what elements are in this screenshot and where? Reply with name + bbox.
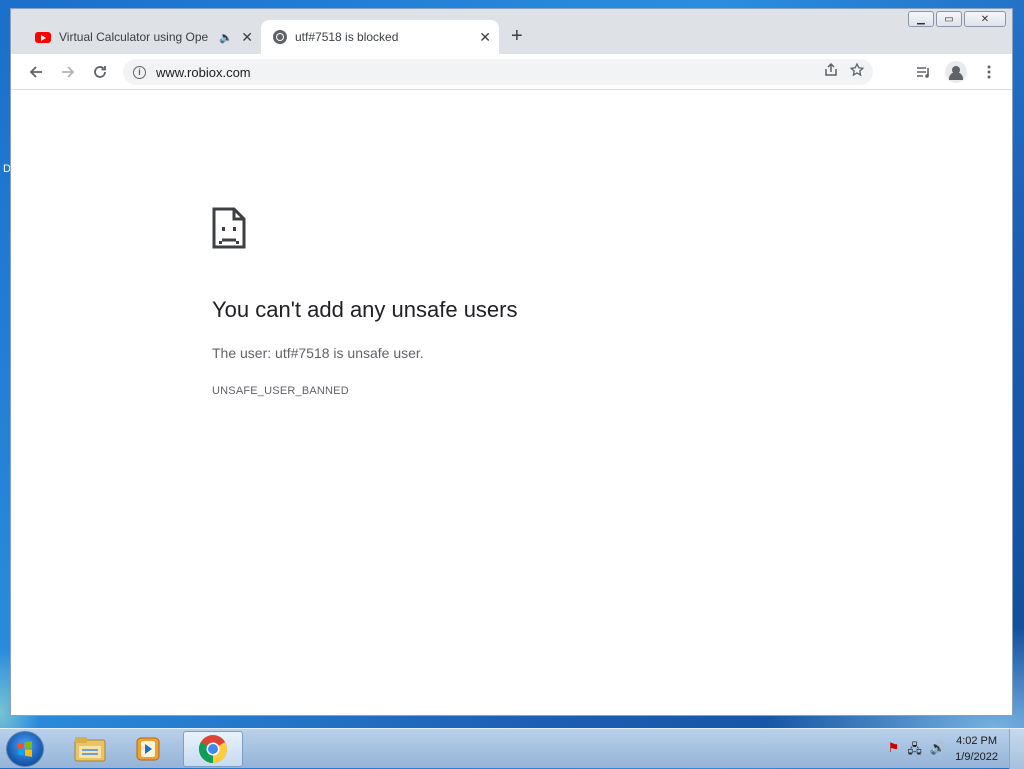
media-player-icon <box>136 737 160 761</box>
new-tab-button[interactable]: + <box>511 25 523 48</box>
tab-title: Virtual Calculator using OpenCV <box>59 30 209 44</box>
tab-strip: ▁ ▭ ✕ Virtual Calculator using OpenCV 🔈 … <box>11 9 1012 55</box>
maximize-button[interactable]: ▭ <box>936 11 962 27</box>
tab-close-button[interactable]: ✕ <box>479 29 491 46</box>
taskbar-chrome[interactable] <box>183 731 243 767</box>
windows-logo-icon <box>18 741 32 757</box>
menu-button[interactable] <box>977 60 1001 84</box>
reload-button[interactable] <box>88 60 112 84</box>
youtube-icon <box>35 31 51 43</box>
chrome-icon <box>199 735 227 763</box>
back-button[interactable] <box>24 60 48 84</box>
tab-virtual-calculator[interactable]: Virtual Calculator using OpenCV 🔈 ✕ <box>25 20 261 54</box>
tab-close-button[interactable]: ✕ <box>241 29 253 46</box>
clock-time: 4:02 PM <box>956 735 998 747</box>
globe-icon <box>273 30 287 44</box>
playlist-icon <box>917 67 929 78</box>
page-content: You can't add any unsafe users The user:… <box>11 90 1012 715</box>
tab-title: utf#7518 is blocked <box>295 30 399 44</box>
info-icon[interactable]: i <box>133 65 146 79</box>
folder-icon <box>74 737 106 762</box>
reload-icon <box>94 66 106 78</box>
error-description: The user: utf#7518 is unsafe user. <box>212 345 424 361</box>
kebab-menu-icon <box>987 65 991 79</box>
arrow-right-icon <box>62 66 75 78</box>
volume-icon[interactable]: 🔊 <box>930 740 946 762</box>
profile-avatar[interactable] <box>945 61 967 83</box>
arrow-left-icon <box>29 66 42 78</box>
share-icon[interactable] <box>823 62 839 78</box>
taskbar: ⚑ 🖧 🔊 4:02 PM 1/9/2022 <box>0 728 1024 769</box>
minimize-button[interactable]: ▁ <box>908 11 934 27</box>
start-button[interactable] <box>6 731 44 767</box>
network-icon[interactable]: 🖧 <box>907 740 922 762</box>
sad-page-icon <box>212 207 246 249</box>
system-tray: ⚑ 🖧 🔊 <box>888 740 946 762</box>
error-title: You can't add any unsafe users <box>212 297 518 322</box>
browser-window: ▁ ▭ ✕ Virtual Calculator using OpenCV 🔈 … <box>10 8 1013 716</box>
taskbar-media-player[interactable] <box>120 731 176 767</box>
browser-toolbar: i www.robiox.com <box>11 54 1012 90</box>
address-bar[interactable]: i www.robiox.com <box>123 59 873 85</box>
error-code: UNSAFE_USER_BANNED <box>212 385 349 397</box>
clock-date: 1/9/2022 <box>955 751 998 763</box>
media-control-button[interactable] <box>911 60 935 84</box>
show-desktop-button[interactable] <box>1009 729 1024 769</box>
star-icon[interactable] <box>849 62 865 78</box>
speaker-icon[interactable]: 🔈 <box>219 31 233 44</box>
taskbar-clock[interactable]: 4:02 PM 1/9/2022 <box>955 733 998 765</box>
action-center-flag-icon[interactable]: ⚑ <box>888 740 900 762</box>
url-text[interactable]: www.robiox.com <box>156 65 251 80</box>
window-controls: ▁ ▭ ✕ <box>908 11 1006 27</box>
taskbar-explorer[interactable] <box>62 731 118 767</box>
close-window-button[interactable]: ✕ <box>964 11 1006 27</box>
forward-button[interactable] <box>56 60 80 84</box>
tab-blocked[interactable]: utf#7518 is blocked ✕ <box>261 20 499 54</box>
